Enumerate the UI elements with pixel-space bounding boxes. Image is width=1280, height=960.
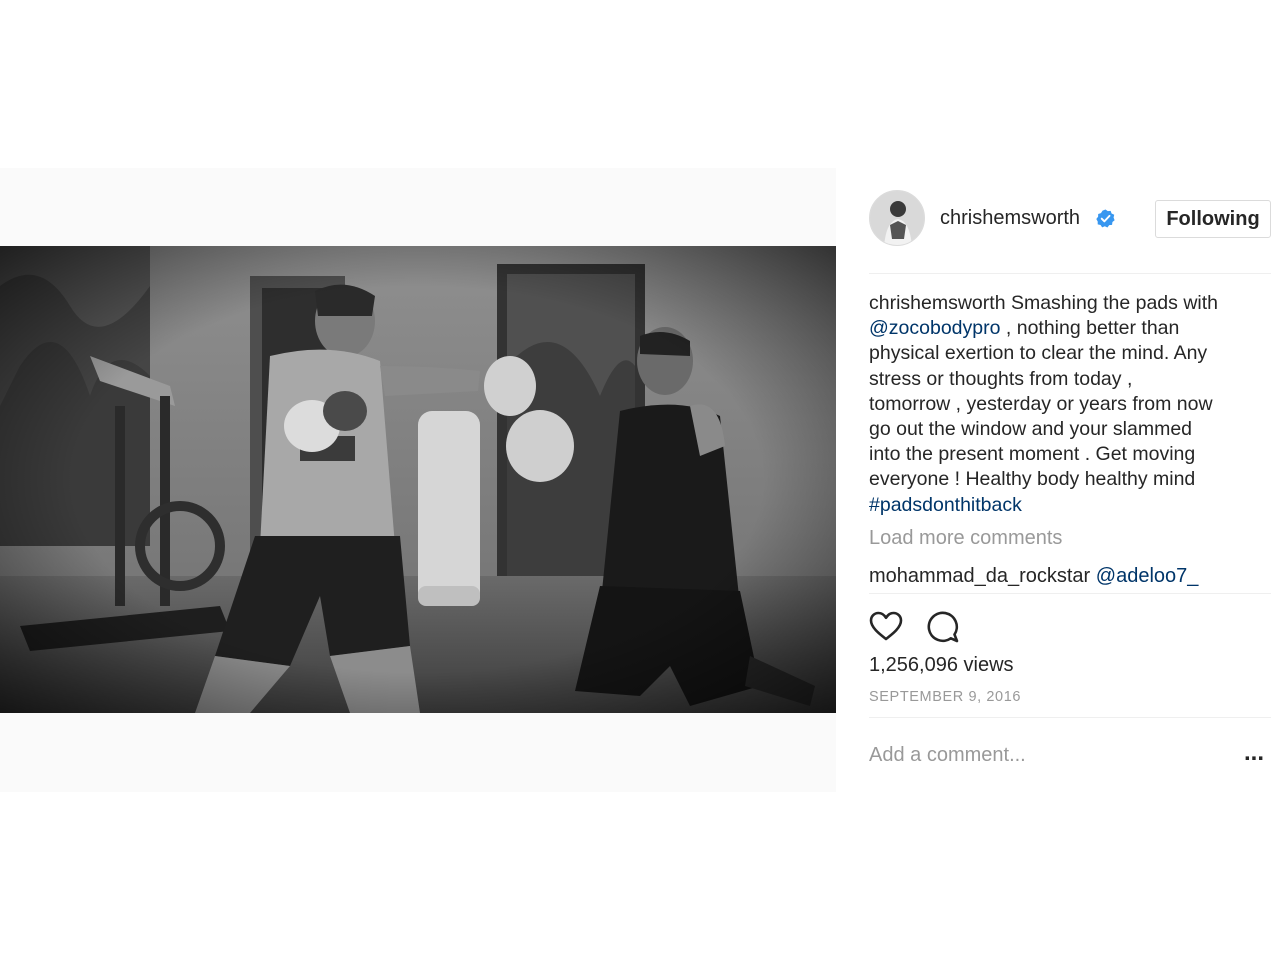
post-caption: chrishemsworth Smashing the pads with @z… (869, 291, 1265, 518)
header-username[interactable]: chrishemsworth (940, 207, 1080, 230)
caption-username[interactable]: chrishemsworth (869, 292, 1006, 314)
post-header: chrishemsworth Following (869, 190, 1271, 248)
view-count[interactable]: 1,256,096 views (869, 654, 1014, 677)
comment-icon[interactable] (926, 610, 960, 644)
more-options-button[interactable]: ... (1237, 741, 1271, 772)
action-bar (869, 610, 989, 644)
post-video[interactable] (0, 246, 836, 713)
comment-item: mohammad_da_rockstar @adeloo7_ (869, 565, 1198, 588)
caption-line-2: @zocobodypro , nothing better than (869, 316, 1265, 341)
footer-divider (869, 717, 1271, 718)
comments-divider (869, 593, 1271, 594)
video-frame-illustration (0, 246, 836, 713)
avatar[interactable] (869, 190, 925, 246)
heart-icon[interactable] (869, 610, 903, 644)
caption-text: , nothing better than (1000, 317, 1180, 340)
post-date[interactable]: SEPTEMBER 9, 2016 (869, 689, 1021, 705)
caption-line-8: everyone ! Healthy body healthy mind (869, 468, 1196, 491)
instagram-post-page: chrishemsworth Following chrishemsworth … (0, 0, 1280, 960)
following-button[interactable]: Following (1155, 200, 1271, 238)
caption-line-1: chrishemsworth Smashing the pads with (869, 291, 1265, 316)
caption-line-3: physical exertion to clear the mind. Any (869, 342, 1208, 365)
comment-username[interactable]: mohammad_da_rockstar (869, 565, 1090, 587)
header-divider (869, 273, 1271, 274)
caption-line-6: go out the window and your slammed (869, 418, 1193, 441)
caption-line-5: tomorrow , yesterday or years from now (869, 392, 1213, 415)
comment-mention-link[interactable]: @adeloo7_ (1096, 565, 1199, 587)
caption-mention-link[interactable]: @zocobodypro (869, 317, 1000, 339)
caption-line-7: into the present moment . Get moving (869, 443, 1196, 466)
caption-hashtag-link[interactable]: #padsdonthitback (869, 493, 1265, 518)
caption-text: Smashing the pads with (1005, 292, 1218, 314)
load-more-comments-link[interactable]: Load more comments (869, 527, 1062, 550)
avatar-image (870, 191, 924, 245)
media-container (0, 168, 836, 792)
add-comment-input[interactable]: Add a comment... (869, 744, 1229, 767)
verified-badge-icon (1096, 209, 1115, 228)
caption-line-4: stress or thoughts from today , (869, 367, 1133, 390)
